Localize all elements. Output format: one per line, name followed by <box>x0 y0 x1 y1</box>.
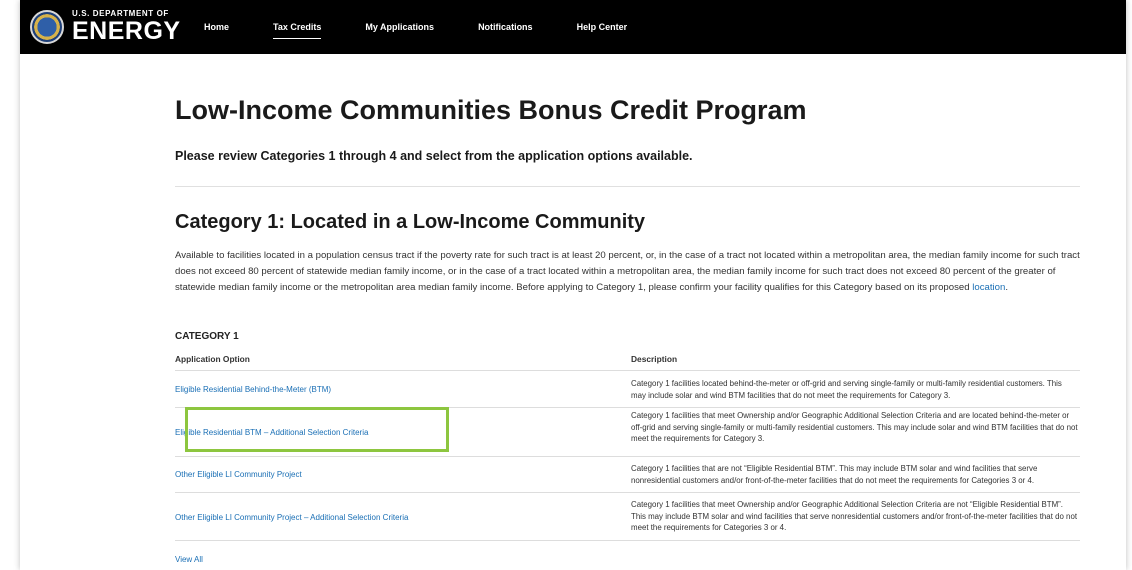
nav-notifications[interactable]: Notifications <box>478 0 533 32</box>
view-all-link[interactable]: View All <box>175 555 203 564</box>
nav-home[interactable]: Home <box>204 0 229 32</box>
doe-logo[interactable]: U.S. DEPARTMENT OF ENERGY <box>30 6 181 48</box>
nav-my-applications[interactable]: My Applications <box>365 0 434 32</box>
main-nav: Home Tax Credits My Applications Notific… <box>204 0 671 54</box>
option-description: Category 1 facilities that meet Ownershi… <box>631 411 1078 443</box>
table-row: Other Eligible LI Community Project Cate… <box>175 456 1080 493</box>
logo-wordmark: U.S. DEPARTMENT OF ENERGY <box>72 10 181 44</box>
category-title: Category 1: Located in a Low-Income Comm… <box>175 211 646 233</box>
category-description-text: Available to facilities located in a pop… <box>175 250 1080 293</box>
option-link-residential-btm-additional[interactable]: Eligible Residential BTM – Additional Se… <box>175 428 368 437</box>
nav-help-center[interactable]: Help Center <box>577 0 628 32</box>
logo-energy-text: ENERGY <box>72 17 181 45</box>
table-row: Eligible Residential BTM – Additional Se… <box>175 407 1080 457</box>
option-link-residential-btm[interactable]: Eligible Residential Behind-the-Meter (B… <box>175 385 331 394</box>
category-table-label: CATEGORY 1 <box>175 331 239 342</box>
table-row: Other Eligible LI Community Project – Ad… <box>175 492 1080 541</box>
option-description: Category 1 facilities that are not “Elig… <box>631 464 1038 485</box>
nav-tax-credits[interactable]: Tax Credits <box>273 0 322 39</box>
table-row: Eligible Residential Behind-the-Meter (B… <box>175 370 1080 408</box>
page-intro: Please review Categories 1 through 4 and… <box>175 149 693 163</box>
doe-seal-icon <box>30 10 64 44</box>
top-nav-bar: U.S. DEPARTMENT OF ENERGY Home Tax Credi… <box>20 0 1126 54</box>
category-description-end: . <box>1005 282 1008 293</box>
page-title: Low-Income Communities Bonus Credit Prog… <box>175 95 807 125</box>
option-description: Category 1 facilities located behind-the… <box>631 379 1062 400</box>
divider <box>175 186 1080 187</box>
column-header-option: Application Option <box>175 354 250 364</box>
category-description: Available to facilities located in a pop… <box>175 248 1080 296</box>
option-link-other-li-community-additional[interactable]: Other Eligible LI Community Project – Ad… <box>175 513 408 522</box>
column-header-description: Description <box>631 354 678 364</box>
location-link[interactable]: location <box>972 282 1005 293</box>
option-description: Category 1 facilities that meet Ownershi… <box>631 500 1078 532</box>
option-link-other-li-community[interactable]: Other Eligible LI Community Project <box>175 470 302 479</box>
table-bottom-border <box>175 540 1080 542</box>
